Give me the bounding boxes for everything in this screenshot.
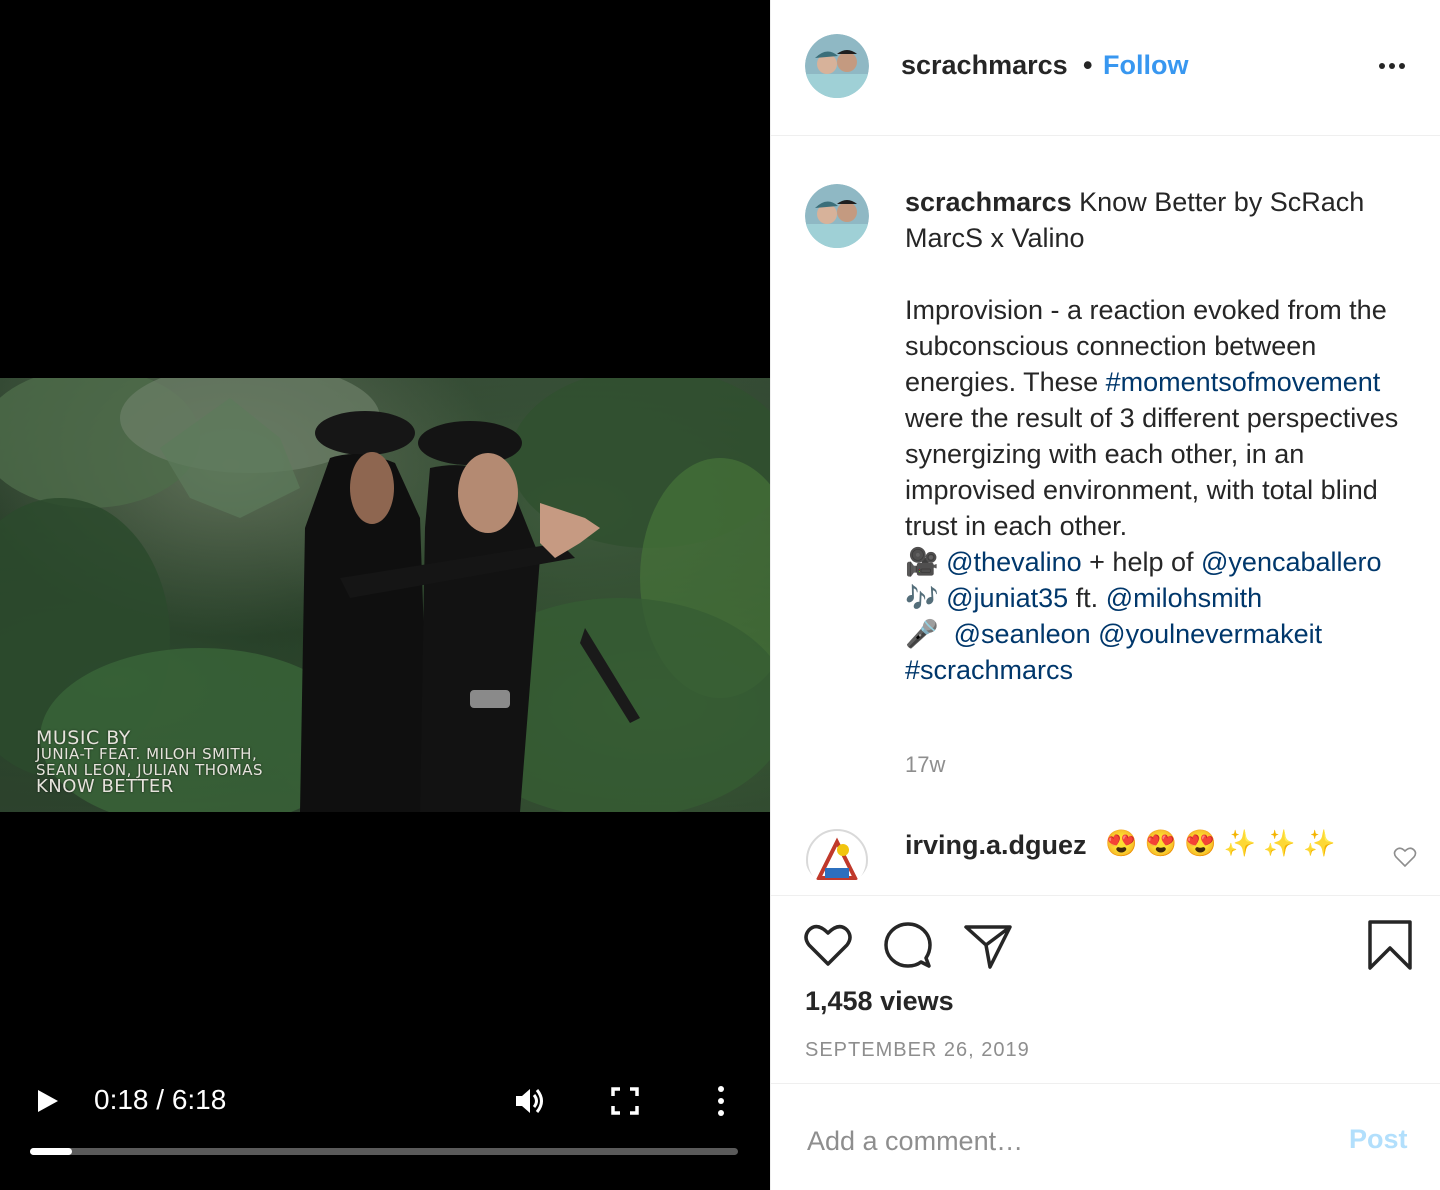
comment-text: 😍 😍 😍 ✨ ✨ ✨ [1105,828,1336,858]
avatar-image [805,184,869,248]
heart-icon[interactable] [1393,846,1417,868]
music-emoji: 🎶 [905,583,939,613]
comment-icon[interactable] [883,920,933,970]
video-player[interactable]: MUSIC BY JUNIA-T FEAT. MILOH SMITH, SEAN… [0,0,770,1190]
hashtag-link[interactable]: #momentsofmovement [1106,367,1381,397]
follow-button[interactable]: Follow [1103,50,1188,81]
video-progress-fill [30,1148,73,1155]
avatar[interactable] [805,828,869,886]
fullscreen-icon[interactable] [608,1084,642,1118]
share-icon[interactable] [963,920,1013,970]
post-actions: 1,458 views SEPTEMBER 26, 2019 [771,895,1440,1083]
avatar-image [806,829,868,886]
volume-icon[interactable] [512,1084,546,1118]
mention-link[interactable]: @juniat35 [946,583,1068,613]
add-comment-section: Post [771,1083,1440,1190]
hashtag-link[interactable]: #scrachmarcs [905,655,1073,685]
view-count[interactable]: 1,458 views [805,986,954,1017]
microphone-emoji: 🎤 [905,619,939,649]
mention-link[interactable]: @thevalino [946,547,1082,577]
mention-link[interactable]: @yencaballero [1201,547,1382,577]
camera-emoji: 🎥 [905,547,939,577]
separator-dot: • [1083,50,1093,80]
more-vertical-icon[interactable] [704,1084,738,1118]
caption-body: were the result of 3 different perspecti… [905,403,1399,541]
video-progress-bar[interactable] [30,1148,738,1155]
caption-username[interactable]: scrachmarcs [905,187,1072,217]
post-date: SEPTEMBER 26, 2019 [805,1039,1030,1061]
comment-input[interactable] [805,1120,1329,1162]
header-username[interactable]: scrachmarcs [901,50,1068,81]
mention-link[interactable]: @milohsmith [1106,583,1262,613]
post-sidebar: scrachmarcs • Follow scrachmarcs Know Be… [770,0,1440,1190]
avatar-image [805,34,869,98]
bookmark-icon[interactable] [1365,920,1415,970]
play-icon[interactable] [34,1084,62,1118]
ellipsis-icon[interactable] [1377,52,1407,80]
caption-timestamp[interactable]: 17w [905,752,945,778]
caption-text: ft. [1075,583,1099,613]
post-header: scrachmarcs • Follow [771,0,1440,136]
comment-username[interactable]: irving.a.dguez [905,830,1087,861]
avatar[interactable] [805,184,869,248]
mention-link[interactable]: @youlnevermakeit [1098,619,1322,649]
heart-icon[interactable] [803,920,853,970]
post-caption: scrachmarcs Know Better by ScRach MarcS … [905,184,1415,688]
post-button[interactable]: Post [1349,1124,1408,1155]
video-time: 0:18 / 6:18 [94,1084,227,1115]
video-frame[interactable]: MUSIC BY JUNIA-T FEAT. MILOH SMITH, SEAN… [0,378,770,812]
video-controls: 0:18 / 6:18 [0,1070,770,1190]
avatar[interactable] [805,34,869,98]
video-overlay-line: KNOW BETTER [36,776,174,797]
caption-text: + help of [1089,547,1194,577]
mention-link[interactable]: @seanleon [954,619,1091,649]
